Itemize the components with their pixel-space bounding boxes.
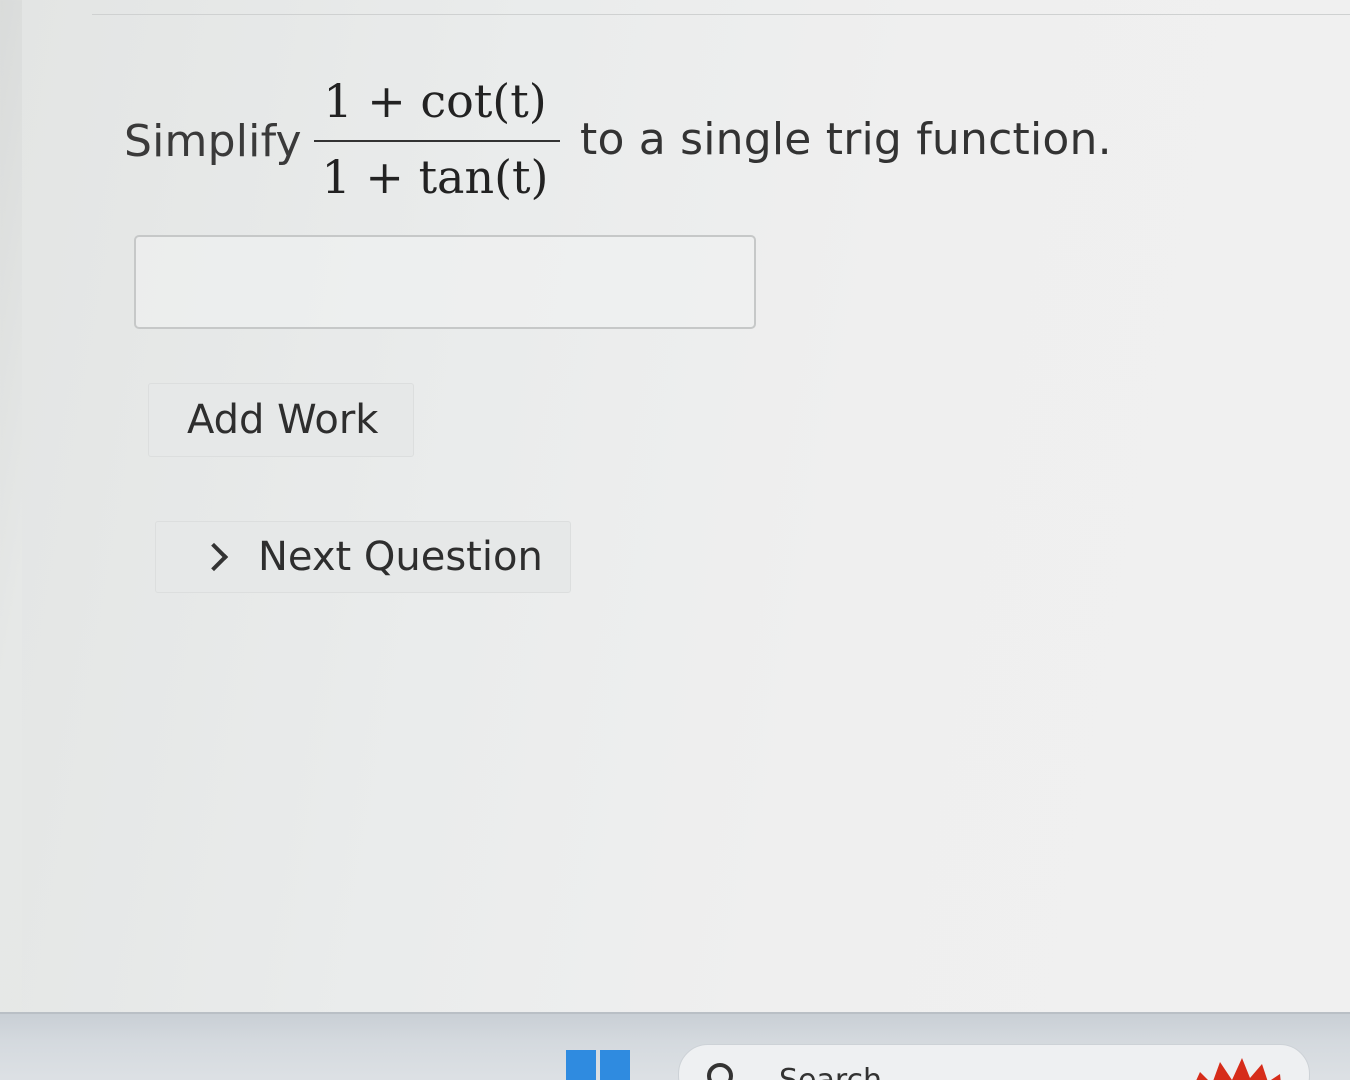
top-divider xyxy=(92,14,1350,15)
search-label: Search xyxy=(779,1063,882,1080)
answer-input[interactable] xyxy=(134,235,756,329)
taskbar: Search xyxy=(0,1012,1350,1080)
chevron-right-icon xyxy=(199,542,229,572)
question-suffix: to a single trig function. xyxy=(580,114,1112,165)
add-work-button[interactable]: Add Work xyxy=(148,383,414,457)
next-question-label: Next Question xyxy=(258,534,543,580)
math-fraction: 1 + cot(t) 1 + tan(t) xyxy=(310,70,560,220)
fraction-numerator: 1 + cot(t) xyxy=(323,74,547,128)
add-work-label: Add Work xyxy=(187,397,379,443)
question-prompt: Simplify 1 + cot(t) 1 + tan(t) to a sing… xyxy=(124,70,1224,220)
windows-start-icon[interactable] xyxy=(566,1050,632,1080)
next-question-button[interactable]: Next Question xyxy=(155,521,571,593)
question-prefix: Simplify xyxy=(124,116,302,167)
search-icon xyxy=(707,1063,733,1080)
flower-icon[interactable] xyxy=(1186,1054,1282,1080)
fraction-denominator: 1 + tan(t) xyxy=(321,150,549,204)
fraction-bar xyxy=(314,140,560,142)
